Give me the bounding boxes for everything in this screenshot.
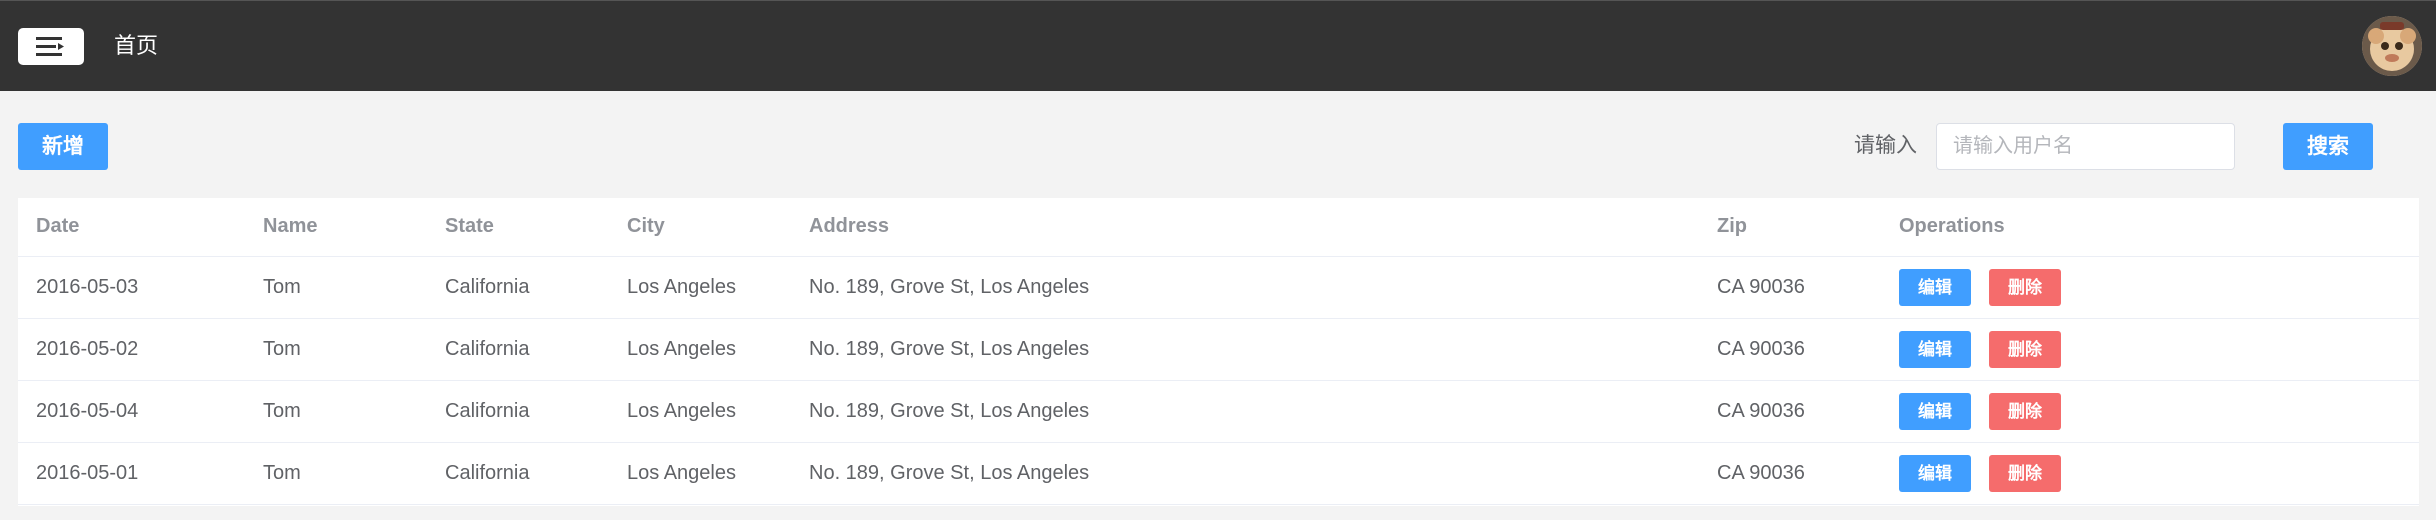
cell-date: 2016-05-01: [18, 442, 245, 505]
cell-city: Los Angeles: [609, 256, 791, 319]
cell-address: No. 189, Grove St, Los Angeles: [791, 380, 1699, 443]
column-header-operations: Operations: [1881, 198, 2419, 257]
delete-button[interactable]: 删除: [1989, 392, 2061, 430]
delete-button[interactable]: 删除: [1989, 330, 2061, 368]
cell-state: California: [427, 442, 609, 505]
cell-name: Tom: [245, 256, 427, 319]
cell-state: California: [427, 380, 609, 443]
user-avatar[interactable]: [2362, 16, 2422, 76]
column-header-date[interactable]: Date: [18, 198, 245, 257]
delete-button[interactable]: 删除: [1989, 268, 2061, 306]
table-row: 2016-05-04 Tom California Los Angeles No…: [18, 380, 2419, 443]
search-input[interactable]: [1936, 123, 2235, 170]
add-button[interactable]: 新增: [18, 123, 108, 170]
user-table: Date Name State City Address Zip Operati…: [18, 198, 2419, 506]
cell-address: No. 189, Grove St, Los Angeles: [791, 442, 1699, 505]
nav-home-title[interactable]: 首页: [114, 31, 158, 61]
column-header-address[interactable]: Address: [791, 198, 1699, 257]
column-header-city[interactable]: City: [609, 198, 791, 257]
cell-zip: CA 90036: [1699, 318, 1881, 381]
cell-operations: 编辑 删除: [1881, 256, 2419, 319]
table-row: 2016-05-01 Tom California Los Angeles No…: [18, 442, 2419, 505]
cell-date: 2016-05-03: [18, 256, 245, 319]
edit-button[interactable]: 编辑: [1899, 330, 1971, 368]
cell-state: California: [427, 256, 609, 319]
table-row: 2016-05-03 Tom California Los Angeles No…: [18, 256, 2419, 319]
cell-zip: CA 90036: [1699, 442, 1881, 505]
top-navbar: 首页: [0, 0, 2436, 91]
cell-operations: 编辑 删除: [1881, 442, 2419, 505]
search-label: 请输入: [1854, 134, 1917, 157]
cell-operations: 编辑 删除: [1881, 380, 2419, 443]
edit-button[interactable]: 编辑: [1899, 392, 1971, 430]
table-header-row: Date Name State City Address Zip Operati…: [18, 198, 2419, 257]
edit-button[interactable]: 编辑: [1899, 454, 1971, 492]
delete-button[interactable]: 删除: [1989, 454, 2061, 492]
cell-date: 2016-05-04: [18, 380, 245, 443]
search-button[interactable]: 搜索: [2283, 123, 2373, 170]
cell-zip: CA 90036: [1699, 256, 1881, 319]
cell-zip: CA 90036: [1699, 380, 1881, 443]
cell-address: No. 189, Grove St, Los Angeles: [791, 256, 1699, 319]
cell-city: Los Angeles: [609, 380, 791, 443]
cell-date: 2016-05-02: [18, 318, 245, 381]
table-row: 2016-05-02 Tom California Los Angeles No…: [18, 318, 2419, 381]
cell-name: Tom: [245, 442, 427, 505]
cell-state: California: [427, 318, 609, 381]
cell-city: Los Angeles: [609, 442, 791, 505]
cell-address: No. 189, Grove St, Los Angeles: [791, 318, 1699, 381]
edit-button[interactable]: 编辑: [1899, 268, 1971, 306]
menu-fold-icon: [36, 37, 64, 56]
column-header-name[interactable]: Name: [245, 198, 427, 257]
column-header-zip[interactable]: Zip: [1699, 198, 1881, 257]
cell-city: Los Angeles: [609, 318, 791, 381]
cell-name: Tom: [245, 318, 427, 381]
menu-toggle-button[interactable]: [18, 28, 84, 65]
cell-operations: 编辑 删除: [1881, 318, 2419, 381]
cell-name: Tom: [245, 380, 427, 443]
column-header-state[interactable]: State: [427, 198, 609, 257]
avatar-image: [2362, 16, 2422, 76]
